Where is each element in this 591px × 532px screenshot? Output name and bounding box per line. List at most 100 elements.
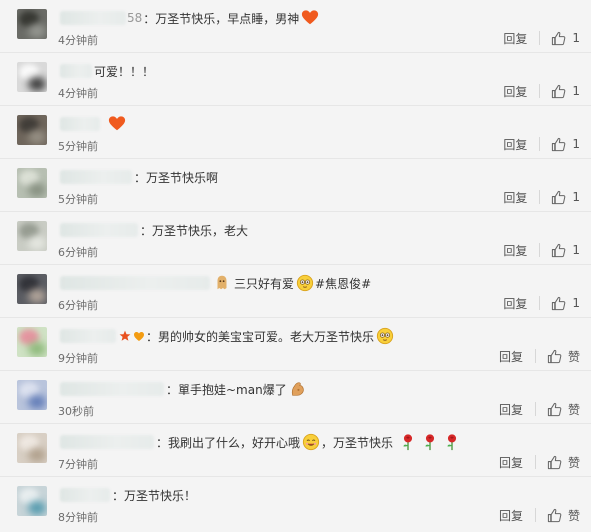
comment-username[interactable] [60,382,165,397]
comment-text: ：我刷出了什么，好开心哦 [156,435,301,450]
like-button[interactable]: 1 [551,296,580,311]
topic-link[interactable]: #焦恩俊# [315,275,371,292]
comment-actions: 回复 1 [503,241,580,259]
thumbs-up-icon [552,137,566,151]
comment-row: ：万圣节快乐啊 5分钟前 回复 1 [0,159,591,212]
comment-line: ：單手抱娃~man爆了 [60,379,307,399]
comment-text: ：万圣节快乐啊 [134,170,219,185]
like-button[interactable]: 赞 [547,348,580,365]
like-count: 1 [572,84,580,98]
comment-username[interactable]: 58 [60,11,142,26]
avatar[interactable] [17,433,47,463]
avatar[interactable] [17,486,47,516]
comment-row: ：万圣节快乐，老大 6分钟前 回复 1 [0,212,591,265]
like-button[interactable]: 赞 [547,507,580,524]
like-button[interactable]: 1 [551,84,580,99]
like-count: 1 [572,243,580,257]
strong-arm-icon [289,380,307,398]
comment-actions: 回复 1 [503,82,580,100]
comment-text: ：万圣节快乐，早点睡，男神 [143,11,300,26]
heart-emoji-icon [108,115,126,133]
avatar[interactable] [17,380,47,410]
comment-line: ：万圣节快乐！ [60,485,196,505]
comment-username[interactable] [60,329,117,344]
comment-text: 可爱！！！ [94,64,155,79]
reply-button[interactable]: 回复 [499,348,523,365]
thumbs-up-icon [547,508,562,522]
divider [534,349,536,363]
comment-row: ：男的帅女的美宝宝可爱。老大万圣节快乐 9分钟前 回复 赞 [0,318,591,371]
like-button[interactable]: 赞 [547,401,580,418]
star-badge-icon [119,330,131,342]
comment-username[interactable] [60,276,211,291]
comment-username[interactable] [60,435,155,450]
divider [539,84,541,98]
like-button[interactable]: 1 [551,31,580,46]
comment-row: 58 ：万圣节快乐，早点睡，男神 4分钟前 回复 1 [0,0,591,53]
avatar[interactable] [17,168,47,198]
comment-line: 58 ：万圣节快乐，早点睡，男神 [60,8,319,28]
like-count: 赞 [567,402,580,417]
avatar[interactable] [17,327,47,357]
thumbs-up-icon [547,402,562,416]
comment-actions: 回复 1 [503,29,580,47]
like-button[interactable]: 1 [551,243,580,258]
thumbs-up-icon [552,84,566,98]
like-button[interactable]: 赞 [547,454,580,471]
happy-face-icon [302,433,320,451]
thumbs-up-icon [552,31,566,45]
avatar[interactable] [17,221,47,251]
like-button[interactable]: 1 [551,190,580,205]
avatar[interactable] [17,115,47,145]
divider [534,508,536,522]
comment-list: 58 ：万圣节快乐，早点睡，男神 4分钟前 回复 1 可爱！！！ 4分钟前 回复… [0,0,591,532]
comment-line: ：我刷出了什么，好开心哦 ，万圣节快乐 [60,432,461,452]
comment-time: 5分钟前 [58,140,98,153]
thumbs-up-icon [547,349,562,363]
reply-button[interactable]: 回复 [503,83,527,100]
avatar[interactable] [17,274,47,304]
heart-emoji-icon [301,9,319,27]
comment-line [60,114,126,134]
comment-time: 6分钟前 [58,246,98,259]
comment-row: ：我刷出了什么，好开心哦 ，万圣节快乐 7分钟前 回复 赞 [0,424,591,477]
divider [534,402,536,416]
comment-row: ：單手抱娃~man爆了 30秒前 回复 赞 [0,371,591,424]
comment-username[interactable] [60,117,101,132]
reply-button[interactable]: 回复 [503,136,527,153]
comment-time: 5分钟前 [58,193,98,206]
comment-line: ：男的帅女的美宝宝可爱。老大万圣节快乐 [60,326,394,346]
member-badge-icon [133,330,145,342]
like-count: 1 [572,137,580,151]
comment-time: 4分钟前 [58,87,98,100]
reply-button[interactable]: 回复 [503,242,527,259]
like-count: 1 [572,190,580,204]
reply-button[interactable]: 回复 [499,507,523,524]
like-count: 1 [572,31,580,45]
like-button[interactable]: 1 [551,137,580,152]
comment-text: ：万圣节快乐！ [112,488,197,503]
avatar[interactable] [17,9,47,39]
divider [534,455,536,469]
divider [539,190,541,204]
avatar[interactable] [17,62,47,92]
comment-time: 8分钟前 [58,511,98,524]
reply-button[interactable]: 回复 [499,401,523,418]
reply-button[interactable]: 回复 [503,189,527,206]
reply-button[interactable]: 回复 [503,295,527,312]
like-count: 赞 [567,455,580,470]
comment-username[interactable] [60,64,93,79]
comment-username[interactable] [60,488,111,503]
comment-line: ：万圣节快乐，老大 [60,220,248,240]
reply-button[interactable]: 回复 [499,454,523,471]
rose-icon [421,433,439,451]
comment-username[interactable] [60,223,139,238]
reply-button[interactable]: 回复 [503,30,527,47]
comment-username[interactable] [60,170,133,185]
comment-row: 三只好有爱 #焦恩俊# 6分钟前 回复 1 [0,265,591,318]
thumbs-up-icon [552,190,566,204]
comment-actions: 回复 赞 [499,400,580,418]
divider [539,243,541,257]
adoring-face-icon [296,274,314,292]
divider [539,296,541,310]
